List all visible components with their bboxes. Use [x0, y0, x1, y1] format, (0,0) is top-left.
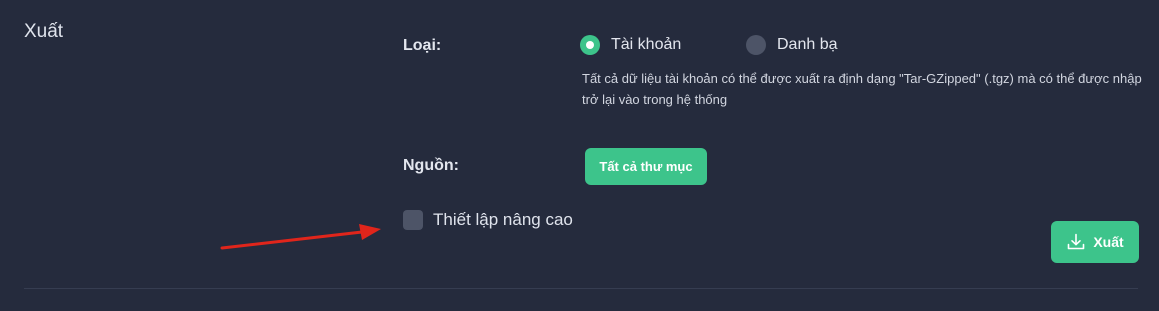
- section-divider: [24, 288, 1138, 289]
- source-label: Nguồn:: [403, 157, 459, 174]
- download-icon: [1068, 233, 1085, 250]
- section-title: Xuất: [24, 21, 64, 42]
- radio-option-account-label: Tài khoản: [611, 36, 682, 53]
- radio-option-account[interactable]: Tài khoản: [580, 35, 681, 55]
- export-button[interactable]: Xuất: [1051, 221, 1139, 263]
- advanced-settings-checkbox[interactable]: [403, 210, 423, 230]
- advanced-settings-toggle[interactable]: Thiết lập nâng cao: [403, 210, 573, 230]
- type-label: Loại:: [403, 37, 442, 54]
- type-description: Tất cả dữ liệu tài khoản có thể được xuấ…: [582, 71, 1142, 107]
- advanced-settings-label: Thiết lập nâng cao: [433, 210, 573, 229]
- export-settings-panel: Xuất Loại: Tài khoản Danh bạ Tất cả dữ l…: [0, 0, 1159, 311]
- radio-option-contacts[interactable]: Danh bạ: [746, 35, 838, 55]
- radio-option-contacts-label: Danh bạ: [777, 36, 838, 53]
- all-folders-button[interactable]: Tất cả thư mục: [585, 148, 707, 185]
- export-button-label: Xuất: [1093, 234, 1124, 250]
- radio-checked-icon[interactable]: [580, 35, 600, 55]
- radio-unchecked-icon[interactable]: [746, 35, 766, 55]
